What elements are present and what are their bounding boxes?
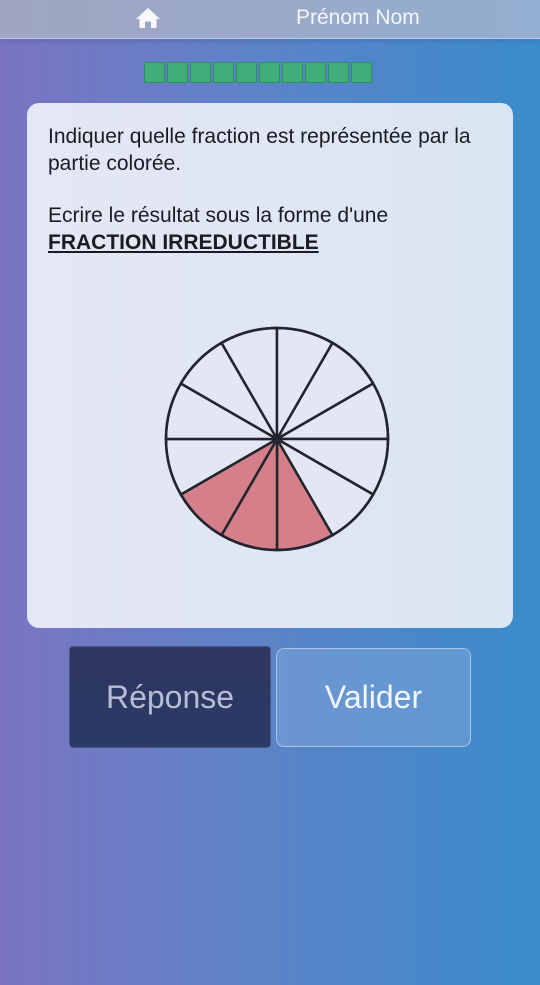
- progress-step: [190, 62, 211, 83]
- progress-step: [282, 62, 303, 83]
- reponse-button[interactable]: Réponse: [69, 646, 271, 748]
- fraction-pie-chart: [157, 318, 397, 558]
- top-bar: Prénom Nom: [0, 0, 540, 39]
- format-text: Ecrire le résultat sous la forme d'une: [48, 204, 389, 227]
- progress-step: [144, 62, 165, 83]
- progress-step: [236, 62, 257, 83]
- home-icon[interactable]: [134, 6, 162, 30]
- user-name[interactable]: Prénom Nom: [296, 6, 420, 30]
- question-format-instruction: Ecrire le résultat sous la forme d'une F…: [48, 202, 498, 256]
- valider-button[interactable]: Valider: [276, 648, 471, 747]
- pie-svg: [164, 326, 390, 552]
- progress-bar: [144, 62, 396, 86]
- question-instruction: Indiquer quelle fraction est représentée…: [48, 125, 471, 175]
- progress-step: [305, 62, 326, 83]
- irreducible-fraction-emphasis: FRACTION IRREDUCTIBLE: [48, 231, 319, 254]
- progress-step: [259, 62, 280, 83]
- progress-step: [351, 62, 372, 83]
- progress-step: [213, 62, 234, 83]
- progress-step: [167, 62, 188, 83]
- question-card: Indiquer quelle fraction est représentée…: [27, 103, 513, 628]
- progress-step: [328, 62, 349, 83]
